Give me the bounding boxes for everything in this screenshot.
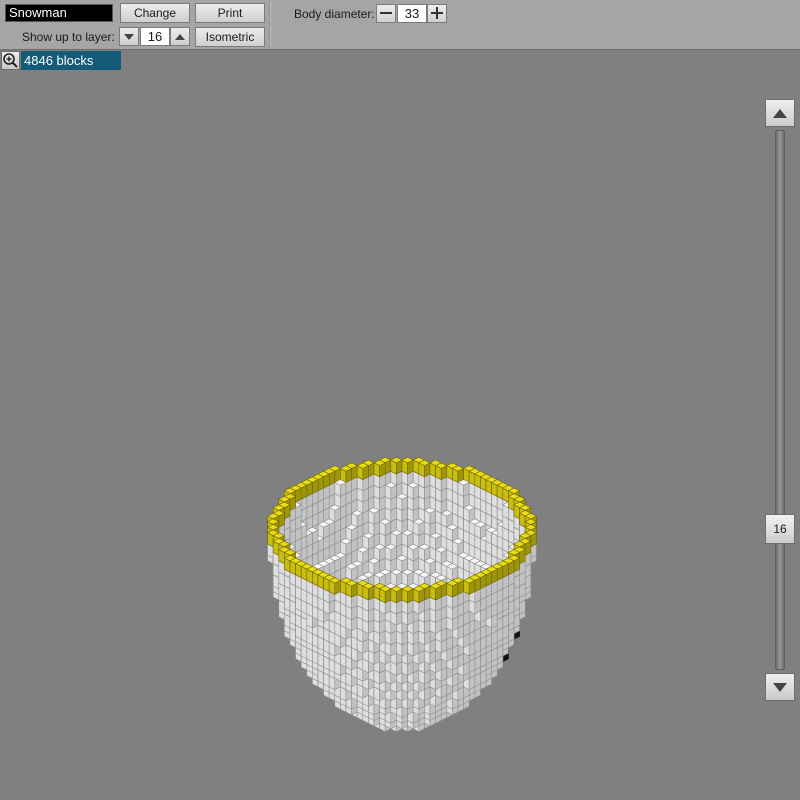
snow-block: [317, 521, 330, 539]
snow-block: [356, 546, 370, 565]
slider-up-button[interactable]: [765, 99, 795, 127]
snow-block: [367, 557, 381, 576]
snow-block: [395, 493, 409, 511]
rim-block: [356, 462, 370, 481]
voxel-model-view[interactable]: [0, 0, 800, 800]
rim-block: [373, 459, 386, 478]
snow-block: [367, 507, 381, 525]
rim-block: [429, 582, 442, 601]
snow-block: [406, 543, 420, 562]
rim-block: [362, 582, 375, 601]
slider-down-button[interactable]: [765, 673, 795, 701]
snow-block: [406, 482, 420, 500]
rim-block: [418, 459, 431, 478]
triangle-down-icon: [773, 683, 787, 692]
snow-block: [446, 563, 459, 581]
rim-block: [378, 585, 392, 604]
snow-block: [395, 554, 409, 573]
snow-block: [401, 529, 414, 548]
snow-block: [451, 538, 465, 556]
rim-block: [451, 465, 465, 483]
snow-block: [412, 518, 426, 537]
rim-block: [339, 465, 353, 483]
snow-block: [390, 529, 403, 548]
snow-block: [339, 538, 353, 556]
snow-block: [334, 479, 347, 497]
rim-block: [434, 462, 448, 481]
layer-slider-thumb[interactable]: 16: [765, 514, 795, 544]
rim-block: [401, 585, 414, 604]
rim-block: [412, 585, 426, 604]
layer-slider-track[interactable]: [775, 130, 785, 670]
snow-block: [423, 557, 437, 576]
snow-block: [440, 510, 454, 528]
snow-block: [378, 518, 392, 537]
snow-block: [462, 504, 476, 523]
snow-block: [429, 532, 442, 551]
snow-block: [345, 524, 358, 542]
snow-block: [384, 482, 398, 500]
snow-block: [350, 510, 364, 528]
rim-block: [446, 580, 459, 598]
snow-block: [474, 521, 487, 539]
snow-block: [418, 543, 431, 562]
triangle-up-icon: [773, 109, 787, 118]
rim-block: [328, 577, 342, 595]
snow-block: [401, 568, 414, 587]
snow-block: [446, 524, 459, 542]
rim-block: [390, 456, 403, 475]
snow-block: [362, 532, 375, 551]
snow-block: [345, 563, 358, 581]
snow-block: [328, 504, 342, 523]
snow-block: [423, 507, 437, 525]
rim-block: [390, 585, 403, 604]
rim-block: [401, 456, 414, 475]
rim-block: [462, 577, 476, 595]
snow-block: [457, 479, 470, 497]
rim-block: [345, 580, 358, 598]
snow-block: [373, 543, 386, 562]
snow-block: [390, 568, 403, 587]
snow-block: [434, 546, 448, 565]
snow-block: [384, 543, 398, 562]
